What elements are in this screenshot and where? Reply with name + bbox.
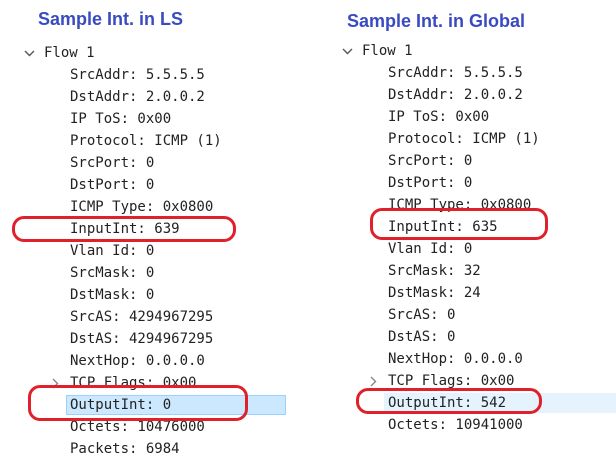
field-srcmask: SrcMask: 32 [388, 263, 481, 279]
tree-row-tcp-flags[interactable]: TCP Flags: 0x00 [0, 372, 300, 394]
field-srcport: SrcPort: 0 [70, 155, 155, 171]
tree-row[interactable]: DstAddr: 2.0.0.2 [318, 84, 616, 106]
tree-row[interactable]: DstAS: 4294967295 [0, 328, 300, 350]
field-nexthop: NextHop: 0.0.0.0 [70, 353, 205, 369]
tree-row[interactable]: ICMP Type: 0x0800 [318, 194, 616, 216]
tree-node-label: Flow 1 [44, 45, 95, 61]
tree-row[interactable]: NextHop: 0.0.0.0 [318, 348, 616, 370]
tree-row[interactable]: SrcPort: 0 [0, 152, 300, 174]
packet-detail-tree-right[interactable]: Flow 1 SrcAddr: 5.5.5.5 DstAddr: 2.0.0.2… [318, 40, 616, 436]
field-dstmask: DstMask: 0 [70, 287, 155, 303]
field-icmp-type: ICMP Type: 0x0800 [70, 199, 214, 215]
tree-row[interactable]: DstPort: 0 [0, 174, 300, 196]
chevron-right-icon[interactable] [366, 370, 380, 392]
field-icmp-type: ICMP Type: 0x0800 [388, 197, 532, 213]
tree-row[interactable]: InputInt: 639 [0, 218, 300, 240]
tree-row-selected[interactable]: OutputInt: 542 [318, 392, 616, 414]
field-ip-tos: IP ToS: 0x00 [70, 111, 172, 127]
field-nexthop: NextHop: 0.0.0.0 [388, 351, 523, 367]
tree-row[interactable]: SrcMask: 0 [0, 262, 300, 284]
tree-row[interactable]: Protocol: ICMP (1) [0, 130, 300, 152]
field-srcmask: SrcMask: 0 [70, 265, 155, 281]
field-srcas: SrcAS: 4294967295 [70, 309, 214, 325]
tree-row[interactable]: IP ToS: 0x00 [318, 106, 616, 128]
field-protocol: Protocol: ICMP (1) [70, 133, 222, 149]
field-inputint: InputInt: 639 [70, 221, 180, 237]
tree-row[interactable]: Vlan Id: 0 [0, 240, 300, 262]
tree-row[interactable]: SrcAddr: 5.5.5.5 [318, 62, 616, 84]
tree-row[interactable]: Protocol: ICMP (1) [318, 128, 616, 150]
field-dstmask: DstMask: 24 [388, 285, 481, 301]
tree-row[interactable]: Octets: 10941000 [318, 414, 616, 436]
panel-sample-int-global: Sample Int. in Global Flow 1 SrcAddr: 5.… [318, 0, 616, 469]
tree-row[interactable]: DstMask: 24 [318, 282, 616, 304]
field-vlan-id: Vlan Id: 0 [70, 243, 155, 259]
field-srcaddr: SrcAddr: 5.5.5.5 [70, 67, 205, 83]
chevron-right-icon[interactable] [48, 372, 62, 394]
caption-right: Sample Int. in Global [347, 11, 526, 31]
tree-row[interactable]: DstPort: 0 [318, 172, 616, 194]
tree-row[interactable]: DstAddr: 2.0.0.2 [0, 86, 300, 108]
field-octets: Octets: 10941000 [388, 417, 523, 433]
chevron-down-icon[interactable] [22, 42, 36, 64]
tree-row[interactable]: InputInt: 635 [318, 216, 616, 238]
field-packets: Packets: 6984 [70, 441, 180, 457]
chevron-down-icon[interactable] [340, 40, 354, 62]
field-vlan-id: Vlan Id: 0 [388, 241, 473, 257]
field-octets: Octets: 10476000 [70, 419, 205, 435]
field-outputint: OutputInt: 542 [388, 395, 507, 411]
tree-row[interactable]: DstMask: 0 [0, 284, 300, 306]
tree-row[interactable]: Octets: 10476000 [0, 416, 300, 438]
field-dstaddr: DstAddr: 2.0.0.2 [70, 89, 205, 105]
packet-detail-tree-left[interactable]: Flow 1 SrcAddr: 5.5.5.5 DstAddr: 2.0.0.2… [0, 42, 300, 460]
field-dstas: DstAS: 0 [388, 329, 456, 345]
field-tcp-flags: TCP Flags: 0x00 [70, 375, 197, 391]
tree-node-label: Flow 1 [362, 43, 413, 59]
tree-node-flow-1[interactable]: Flow 1 [0, 42, 300, 64]
panel-sample-int-ls: Sample Int. in LS Flow 1 SrcAddr: 5.5.5.… [0, 0, 300, 469]
tree-row[interactable]: SrcPort: 0 [318, 150, 616, 172]
tree-row[interactable]: SrcAddr: 5.5.5.5 [0, 64, 300, 86]
tree-row-selected[interactable]: OutputInt: 0 [0, 394, 300, 416]
field-ip-tos: IP ToS: 0x00 [388, 109, 490, 125]
tree-row[interactable]: ICMP Type: 0x0800 [0, 196, 300, 218]
field-dstport: DstPort: 0 [388, 175, 473, 191]
tree-row[interactable]: DstAS: 0 [318, 326, 616, 348]
field-tcp-flags: TCP Flags: 0x00 [388, 373, 515, 389]
field-srcport: SrcPort: 0 [388, 153, 473, 169]
field-dstport: DstPort: 0 [70, 177, 155, 193]
tree-row[interactable]: IP ToS: 0x00 [0, 108, 300, 130]
tree-node-flow-1[interactable]: Flow 1 [318, 40, 616, 62]
field-dstas: DstAS: 4294967295 [70, 331, 214, 347]
tree-row[interactable]: NextHop: 0.0.0.0 [0, 350, 300, 372]
field-dstaddr: DstAddr: 2.0.0.2 [388, 87, 523, 103]
field-srcaddr: SrcAddr: 5.5.5.5 [388, 65, 523, 81]
tree-row-tcp-flags[interactable]: TCP Flags: 0x00 [318, 370, 616, 392]
tree-row[interactable]: SrcAS: 0 [318, 304, 616, 326]
field-inputint: InputInt: 635 [388, 219, 498, 235]
tree-row[interactable]: SrcMask: 32 [318, 260, 616, 282]
tree-row[interactable]: SrcAS: 4294967295 [0, 306, 300, 328]
tree-row[interactable]: Vlan Id: 0 [318, 238, 616, 260]
tree-row[interactable]: Packets: 6984 [0, 438, 300, 460]
field-srcas: SrcAS: 0 [388, 307, 456, 323]
caption-left: Sample Int. in LS [38, 9, 184, 29]
field-protocol: Protocol: ICMP (1) [388, 131, 540, 147]
field-outputint: OutputInt: 0 [70, 397, 172, 413]
